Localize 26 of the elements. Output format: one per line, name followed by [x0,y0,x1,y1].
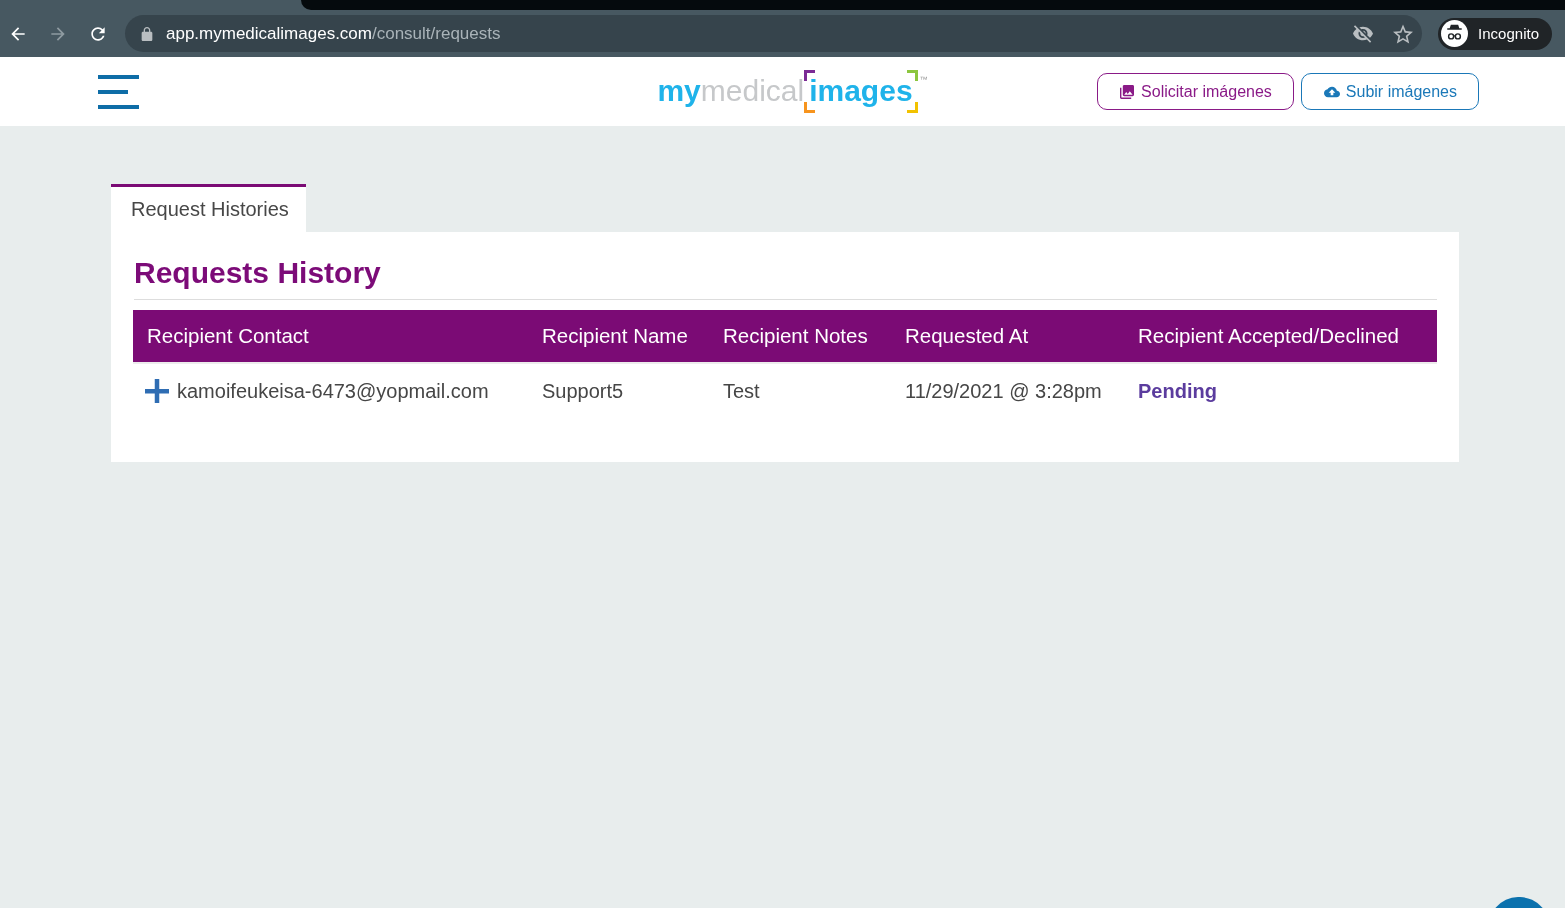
table-cell: kamoifeukeisa-6473@yopmail.com [177,379,489,403]
column-header: Recipient Accepted/Declined [1137,324,1400,348]
lock-icon [141,26,153,41]
logo: mymedical images ™ [657,68,928,115]
tab[interactable]: Request Histories [111,184,306,232]
column-header: Recipient Contact [146,324,310,348]
cloud-upload-icon [1323,84,1340,99]
request-images-button[interactable]: Solicitar imágenes [1097,73,1294,110]
section-title: Requests History [134,254,1437,300]
eye-slash-icon[interactable] [1353,23,1374,44]
table-cell: 11/29/2021 @ 3:28pm [905,379,1102,402]
table-cell: Test [723,379,760,402]
photo-stack-icon [1119,84,1136,99]
hat-and-glasses-icon [1441,20,1469,47]
column-header: Recipient Notes [722,324,869,348]
column-header: Requested At [904,324,1030,348]
upload-images-button[interactable]: Subir imágenes [1300,73,1479,110]
url-text: app.mymedicalimages.com/consult/requests [166,23,502,44]
profile-button[interactable]: Incognito [1438,17,1552,50]
column-header: Recipient Name [541,324,689,348]
status-text: Pending [1138,379,1217,402]
table-cell: Support5 [542,379,624,402]
menu-icon[interactable] [98,74,139,109]
plus-icon[interactable] [145,379,169,403]
address-bar[interactable]: app.mymedicalimages.com/consult/requests [125,15,1423,52]
star-icon[interactable] [1393,23,1414,44]
